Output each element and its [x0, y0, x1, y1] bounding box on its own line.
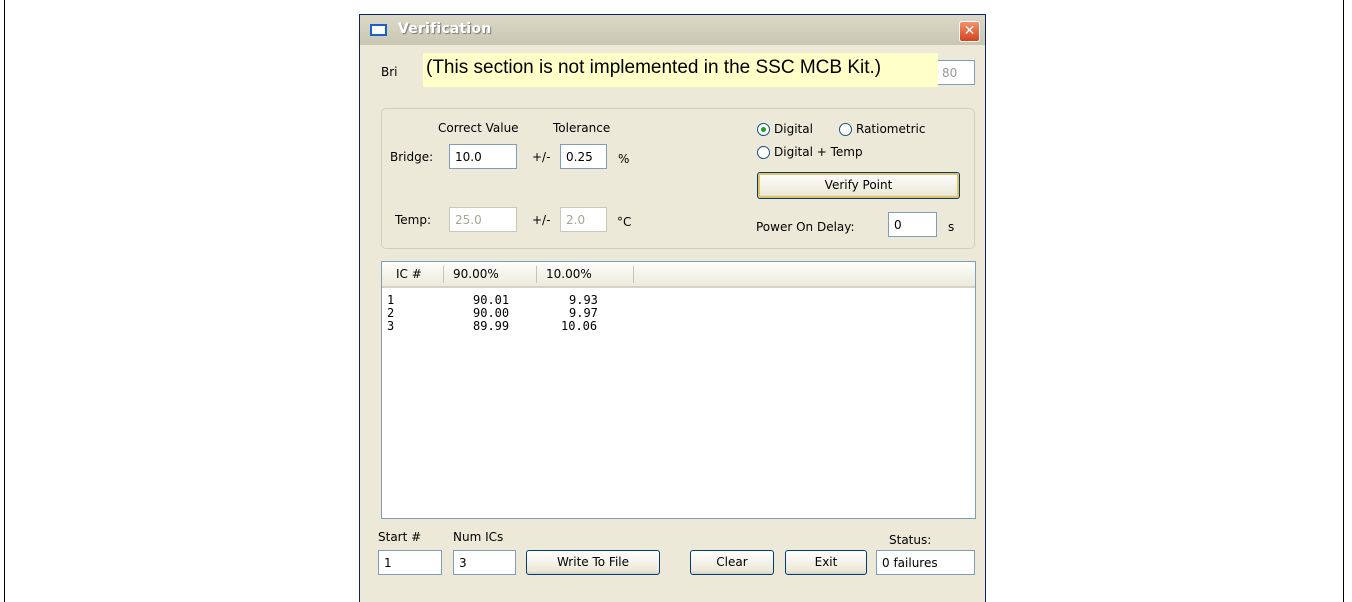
- column-10-percent[interactable]: 10.00%: [546, 267, 592, 281]
- column-divider[interactable]: [443, 266, 444, 283]
- bridge-range-value: 80: [942, 66, 958, 80]
- digital-temp-radio-label[interactable]: Digital + Temp: [774, 145, 863, 159]
- value-90-cell: 90.01: [473, 293, 510, 307]
- bridge-value-field[interactable]: 10.0: [449, 144, 517, 169]
- status-field: 0 failures: [876, 550, 975, 575]
- status-label: Status:: [889, 533, 932, 547]
- ic-number-cell: 2: [387, 306, 395, 320]
- digital-temp-radio[interactable]: [757, 146, 770, 159]
- temp-tolerance-field: 2.0: [560, 207, 607, 232]
- value-90-cell: 90.00: [473, 306, 510, 320]
- setpoint-group: Correct Value Tolerance Bridge: 10.0 +/-…: [381, 108, 975, 249]
- ratiometric-radio[interactable]: [839, 123, 852, 136]
- close-button[interactable]: ✕: [959, 21, 980, 42]
- bridge-tolerance-field[interactable]: 0.25: [560, 144, 607, 169]
- value-10-cell: 10.06: [561, 319, 598, 333]
- results-header: IC # 90.00% 10.00%: [382, 262, 975, 288]
- write-to-file-button[interactable]: Write To File: [526, 550, 660, 575]
- title-bar[interactable]: Verification ✕: [360, 15, 985, 45]
- clear-button[interactable]: Clear: [690, 550, 774, 575]
- bridge-label: Bridge:: [390, 150, 434, 164]
- power-on-delay-label: Power On Delay:: [756, 220, 855, 234]
- bridge-unit: %: [618, 152, 630, 166]
- bridge-range-field[interactable]: 80: [937, 60, 975, 85]
- temp-value-field: 25.0: [449, 207, 517, 232]
- value-10-cell: 9.97: [569, 306, 598, 320]
- temp-plus-minus: +/-: [532, 213, 551, 227]
- temp-label: Temp:: [395, 213, 432, 227]
- window-icon: [370, 24, 387, 36]
- column-divider[interactable]: [536, 266, 537, 283]
- results-list[interactable]: IC # 90.00% 10.00% 1 90.01 9.93 2 90.00 …: [381, 261, 976, 519]
- not-implemented-notice: (This section is not implemented in the …: [423, 53, 938, 87]
- digital-radio[interactable]: [757, 123, 770, 136]
- column-90-percent[interactable]: 90.00%: [453, 267, 499, 281]
- verification-window: Verification ✕ Bri 80 (This section is n…: [359, 14, 986, 602]
- tolerance-header: Tolerance: [553, 121, 611, 135]
- correct-value-header: Correct Value: [438, 121, 519, 135]
- temp-unit: °C: [617, 215, 632, 229]
- power-on-delay-unit: s: [948, 220, 955, 234]
- window-title: Verification: [398, 21, 492, 37]
- num-ics-label: Num ICs: [453, 530, 504, 544]
- column-ic-number[interactable]: IC #: [396, 267, 422, 281]
- ic-number-cell: 1: [387, 293, 395, 307]
- digital-radio-label[interactable]: Digital: [774, 122, 813, 136]
- verify-point-button[interactable]: Verify Point: [757, 172, 960, 199]
- start-number-field[interactable]: 1: [378, 550, 442, 575]
- exit-button[interactable]: Exit: [785, 550, 867, 575]
- ic-number-cell: 3: [387, 319, 395, 333]
- value-10-cell: 9.93: [569, 293, 598, 307]
- power-on-delay-field[interactable]: 0: [888, 212, 937, 237]
- num-ics-field[interactable]: 3: [453, 550, 516, 575]
- ratiometric-radio-label[interactable]: Ratiometric: [856, 122, 925, 136]
- bridge-range-label: Bri: [381, 65, 398, 79]
- start-number-label: Start #: [378, 530, 422, 544]
- bridge-plus-minus: +/-: [532, 150, 551, 164]
- value-90-cell: 89.99: [473, 319, 510, 333]
- column-divider[interactable]: [633, 266, 634, 283]
